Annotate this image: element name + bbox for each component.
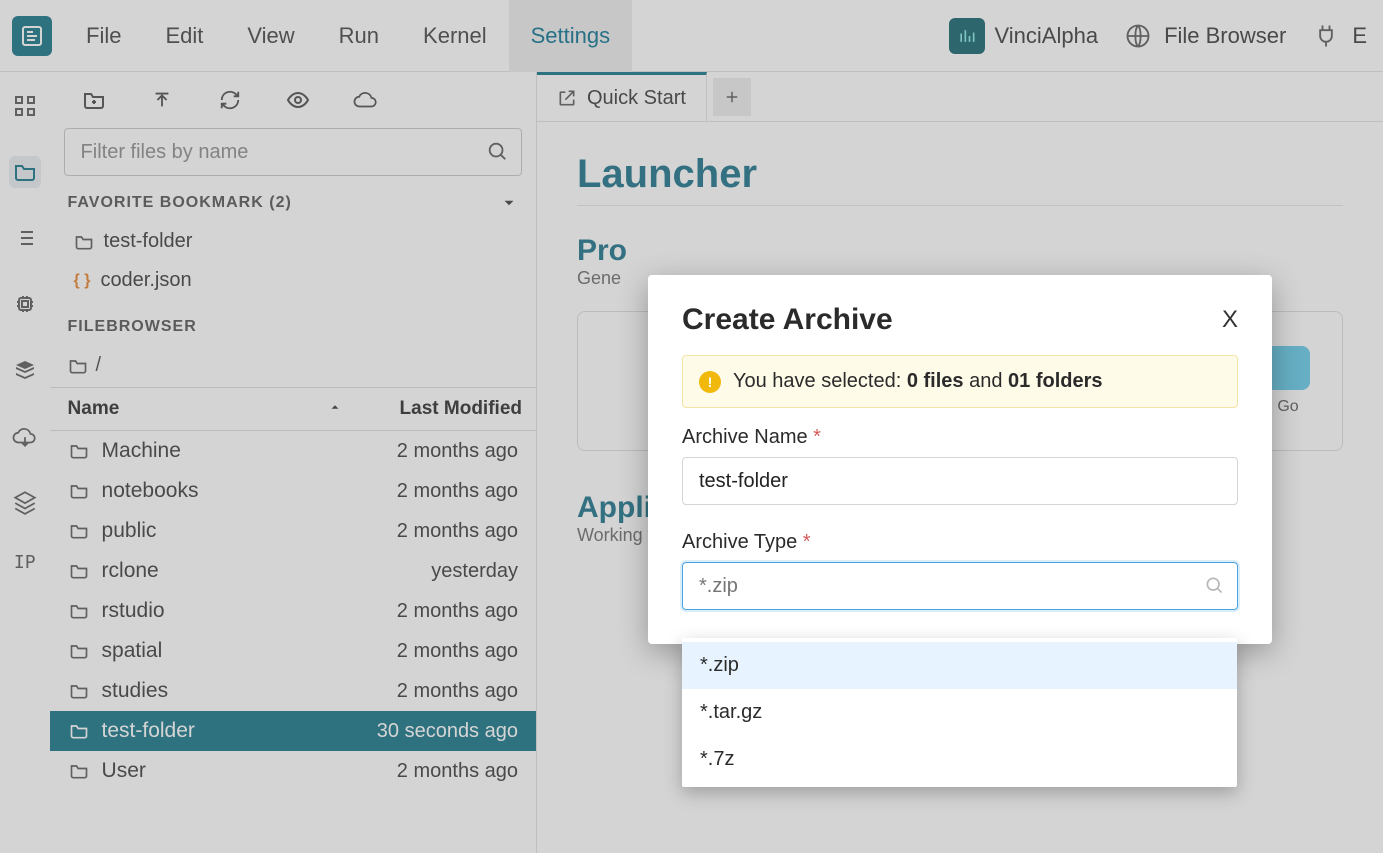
archive-name-input[interactable] (682, 457, 1238, 505)
archive-type-option[interactable]: *.tar.gz (682, 689, 1237, 736)
archive-type-select[interactable] (682, 562, 1238, 610)
search-icon (1204, 575, 1224, 595)
create-archive-dialog: Create Archive X ! You have selected: 0 … (648, 275, 1272, 644)
archive-type-label: Archive Type * (682, 531, 1238, 554)
selection-banner: ! You have selected: 0 files and 01 fold… (682, 355, 1238, 408)
archive-type-dropdown: *.zip*.tar.gz*.7z (682, 638, 1237, 787)
warning-icon: ! (699, 371, 721, 393)
dialog-title: Create Archive (682, 303, 893, 337)
close-icon[interactable]: X (1222, 306, 1238, 334)
banner-text: You have selected: 0 files and 01 folder… (733, 370, 1103, 393)
archive-type-option[interactable]: *.zip (682, 642, 1237, 689)
archive-name-label: Archive Name * (682, 426, 1238, 449)
archive-type-option[interactable]: *.7z (682, 736, 1237, 783)
